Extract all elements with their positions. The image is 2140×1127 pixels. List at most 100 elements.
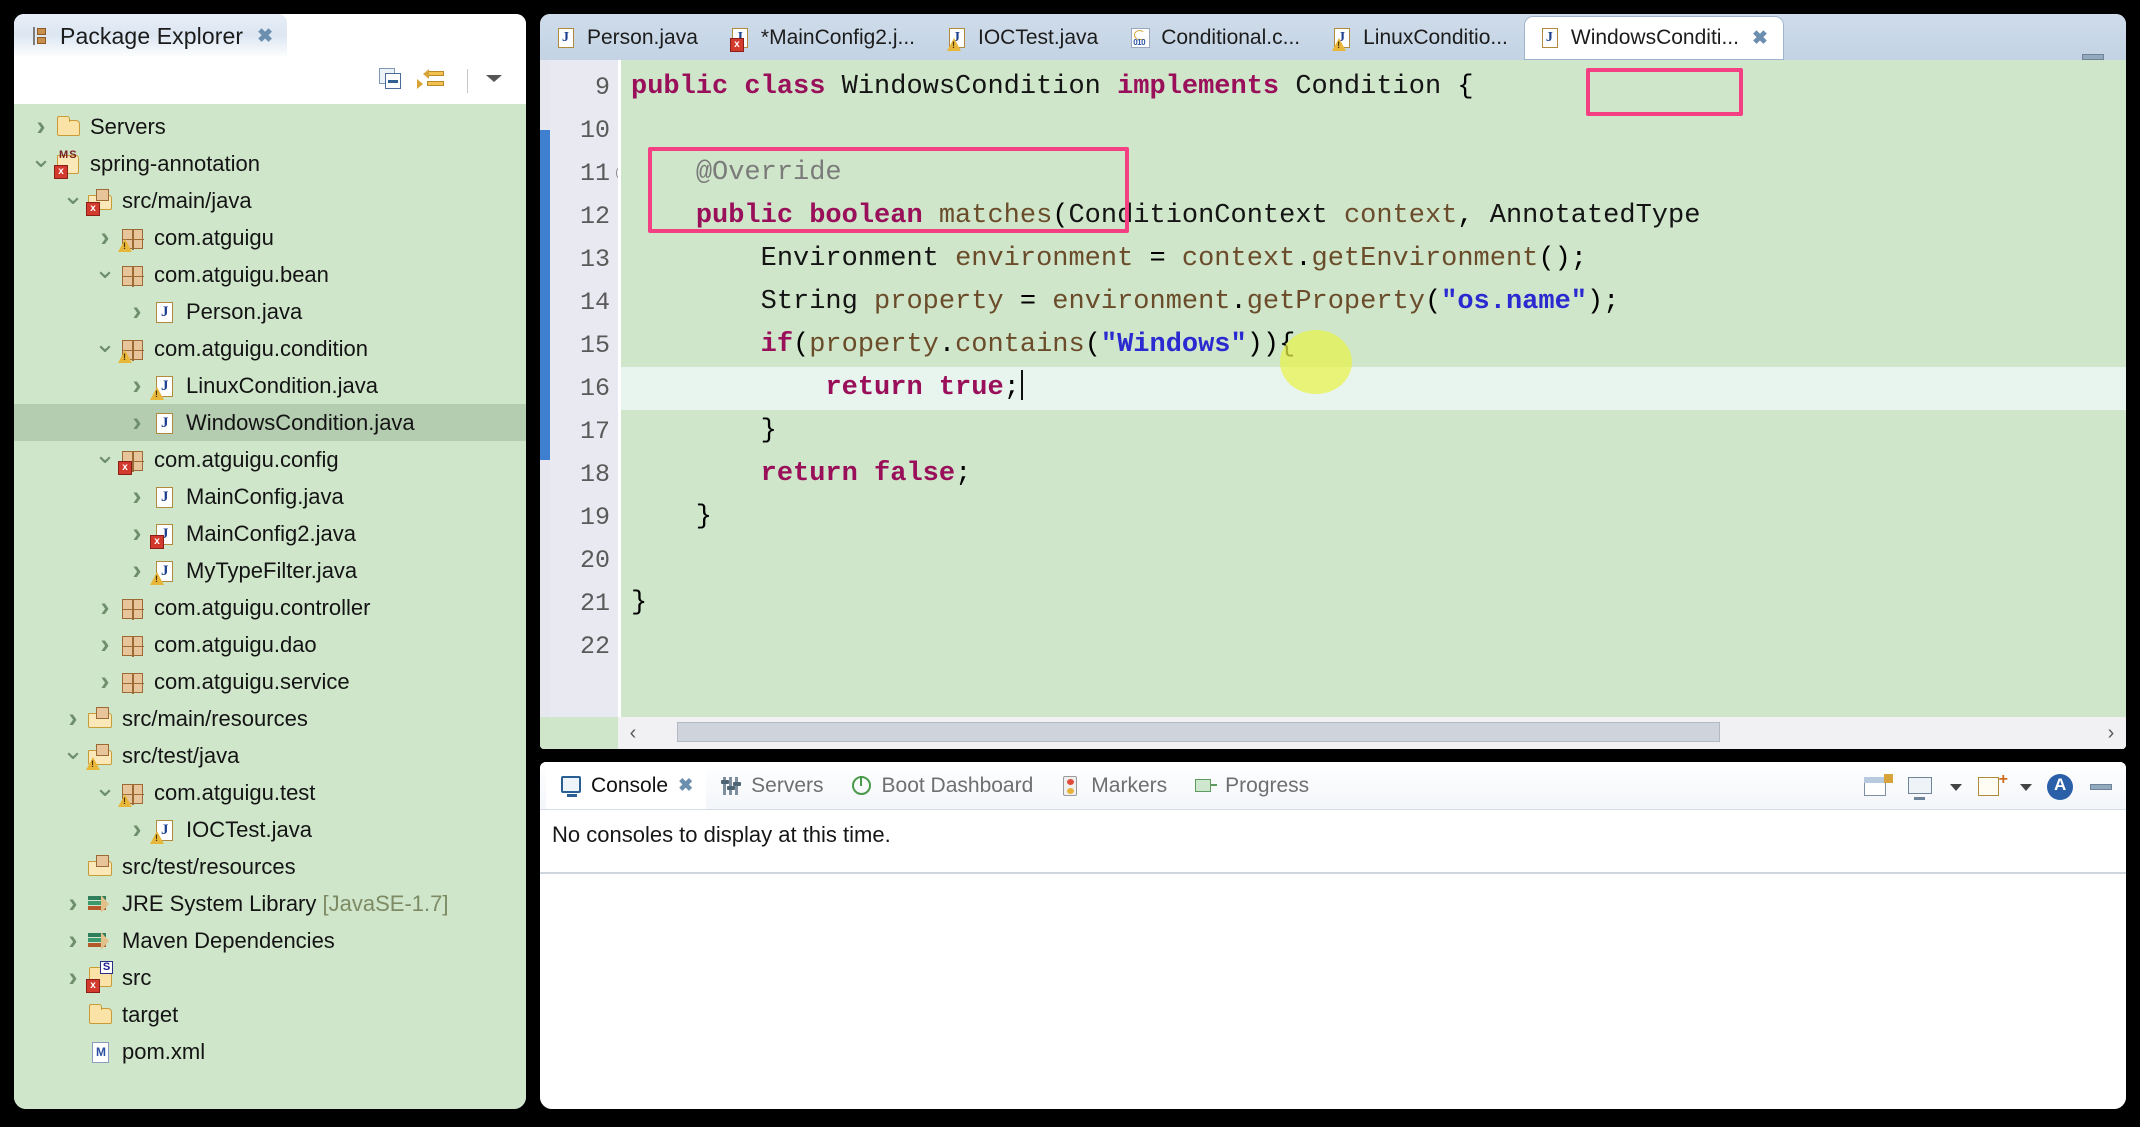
code-line[interactable]: if(property.contains("Windows")){: [621, 324, 2126, 367]
chevron-right-icon[interactable]: [92, 224, 118, 251]
console-tab-servers[interactable]: Servers: [706, 763, 836, 809]
close-icon[interactable]: ✖: [257, 27, 273, 46]
editor-tab-windowsconditi-[interactable]: WindowsConditi... ✖: [1523, 16, 1784, 60]
chevron-down-icon[interactable]: [92, 780, 118, 806]
tree-item-maven-dependencies[interactable]: Maven Dependencies: [14, 922, 526, 959]
scrollbar-track[interactable]: [648, 718, 2096, 748]
code-line[interactable]: @Override: [621, 152, 2126, 195]
scrollbar-thumb[interactable]: [676, 722, 1720, 742]
chevron-down-icon[interactable]: [28, 151, 54, 177]
package-explorer-tab[interactable]: Package Explorer ✖: [14, 14, 288, 58]
chevron-right-icon[interactable]: [124, 816, 150, 843]
display-console-dropdown-icon[interactable]: [1950, 783, 1962, 791]
code-line[interactable]: String property = environment.getPropert…: [621, 281, 2126, 324]
chevron-down-icon[interactable]: [60, 743, 86, 769]
chevron-right-icon[interactable]: [124, 520, 150, 547]
chevron-right-icon[interactable]: [124, 557, 150, 584]
tree-item-com-atguigu-dao[interactable]: com.atguigu.dao: [14, 626, 526, 663]
code-line[interactable]: [621, 539, 2126, 582]
code-line[interactable]: return true;: [621, 367, 2126, 410]
chevron-down-icon[interactable]: [92, 447, 118, 473]
scroll-left-button[interactable]: ‹: [618, 718, 648, 748]
code-line[interactable]: }: [621, 496, 2126, 539]
tree-item-src[interactable]: Sxsrc: [14, 959, 526, 996]
spring-console-button[interactable]: [2046, 774, 2076, 800]
tree-item-com-atguigu-controller[interactable]: com.atguigu.controller: [14, 589, 526, 626]
tree-item-src-test-resources[interactable]: src/test/resources: [14, 848, 526, 885]
chevron-down-icon[interactable]: [92, 336, 118, 362]
open-console-button[interactable]: +: [1976, 772, 2008, 800]
chevron-right-icon[interactable]: [124, 483, 150, 510]
close-icon[interactable]: ✖: [678, 775, 693, 796]
chevron-right-icon[interactable]: [92, 668, 118, 695]
package-explorer-tree[interactable]: Servers M S x spring-annotation x src/main/ja…: [14, 104, 526, 1109]
tree-item-com-atguigu-config[interactable]: x com.atguigu.config: [14, 441, 526, 478]
display-selected-console-button[interactable]: [1906, 774, 1936, 800]
code-line[interactable]: [621, 109, 2126, 152]
editor-marker-bar[interactable]: [540, 60, 550, 717]
chevron-right-icon[interactable]: [28, 113, 54, 140]
console-minimize-icon[interactable]: [2090, 784, 2112, 790]
tree-item-servers[interactable]: Servers: [14, 108, 526, 145]
editor-tab-linuxconditio-[interactable]: LinuxConditio...: [1316, 16, 1524, 60]
editor-tab-person-java[interactable]: Person.java: [540, 16, 714, 60]
code-line[interactable]: [621, 625, 2126, 668]
chevron-right-icon[interactable]: [124, 372, 150, 399]
code-line[interactable]: public class WindowsCondition implements…: [621, 66, 2126, 109]
editor-tab-ioctest-java[interactable]: IOCTest.java: [931, 16, 1114, 60]
tree-item-com-atguigu-service[interactable]: com.atguigu.service: [14, 663, 526, 700]
tree-item-jre-system-library[interactable]: JRE System Library [JavaSE-1.7]: [14, 885, 526, 922]
close-icon[interactable]: ✖: [1752, 29, 1768, 48]
tree-item-ioctest-java[interactable]: IOCTest.java: [14, 811, 526, 848]
chevron-right-icon[interactable]: [124, 298, 150, 325]
chevron-right-icon[interactable]: [92, 594, 118, 621]
tree-item-mainconfig-java[interactable]: MainConfig.java: [14, 478, 526, 515]
link-with-editor-button[interactable]: [417, 68, 451, 94]
collapse-all-button[interactable]: [379, 68, 407, 94]
code-line[interactable]: }: [621, 410, 2126, 453]
editor-code-area[interactable]: public class WindowsCondition implements…: [621, 60, 2126, 717]
code-line[interactable]: Environment environment = context.getEnv…: [621, 238, 2126, 281]
tree-item-src-test-java[interactable]: src/test/java: [14, 737, 526, 774]
tree-item-person-java[interactable]: Person.java: [14, 293, 526, 330]
chevron-right-icon[interactable]: [124, 409, 150, 436]
code-line[interactable]: public boolean matches(ConditionContext …: [621, 195, 2126, 238]
tree-item-label: src/test/resources: [122, 853, 296, 879]
console-tab-progress[interactable]: Progress: [1180, 763, 1322, 809]
tree-item-icon: [150, 299, 180, 325]
tree-item-com-atguigu-test[interactable]: com.atguigu.test: [14, 774, 526, 811]
code-line[interactable]: return false;: [621, 453, 2126, 496]
tree-item-com-atguigu[interactable]: com.atguigu: [14, 219, 526, 256]
chevron-down-icon[interactable]: [92, 262, 118, 288]
tree-item-label: Servers: [90, 113, 166, 139]
tree-item-src-main-java[interactable]: x src/main/java: [14, 182, 526, 219]
tree-item-windowscondition-java[interactable]: WindowsCondition.java: [14, 404, 526, 441]
tree-item-src-main-resources[interactable]: src/main/resources: [14, 700, 526, 737]
chevron-right-icon[interactable]: [60, 890, 86, 917]
editor-horizontal-scrollbar[interactable]: ‹ ›: [618, 717, 2126, 749]
code-line[interactable]: }: [621, 582, 2126, 625]
editor-tab-bar[interactable]: Person.java x *MainConfig2.j... IOCTest.jav…: [540, 14, 2126, 60]
tree-item-linuxcondition-java[interactable]: LinuxCondition.java: [14, 367, 526, 404]
tree-item-mytypefilter-java[interactable]: MyTypeFilter.java: [14, 552, 526, 589]
scroll-right-button[interactable]: ›: [2096, 718, 2126, 748]
tree-item-pom-xml[interactable]: pom.xml: [14, 1033, 526, 1070]
pin-console-button[interactable]: [1862, 774, 1893, 800]
chevron-right-icon[interactable]: [92, 631, 118, 658]
tree-item-mainconfig2-java[interactable]: x MainConfig2.java: [14, 515, 526, 552]
chevron-right-icon[interactable]: [60, 964, 86, 991]
tree-item-com-atguigu-condition[interactable]: com.atguigu.condition: [14, 330, 526, 367]
console-tab-boot-dashboard[interactable]: Boot Dashboard: [837, 763, 1047, 809]
tree-item-com-atguigu-bean[interactable]: com.atguigu.bean: [14, 256, 526, 293]
view-menu-button[interactable]: [484, 68, 512, 94]
open-console-dropdown-icon[interactable]: [2020, 783, 2032, 791]
editor-tab--mainconfig2-j-[interactable]: x *MainConfig2.j...: [714, 16, 931, 60]
chevron-down-icon[interactable]: [60, 188, 86, 214]
tree-item-target[interactable]: target: [14, 996, 526, 1033]
tree-item-spring-annotation[interactable]: M S x spring-annotation: [14, 145, 526, 182]
chevron-right-icon[interactable]: [60, 705, 86, 732]
console-tab-console[interactable]: Console ✖: [546, 762, 707, 809]
chevron-right-icon[interactable]: [60, 927, 86, 954]
console-tab-markers[interactable]: Markers: [1046, 763, 1180, 809]
editor-tab-conditional-c-[interactable]: Conditional.c...: [1114, 16, 1316, 60]
